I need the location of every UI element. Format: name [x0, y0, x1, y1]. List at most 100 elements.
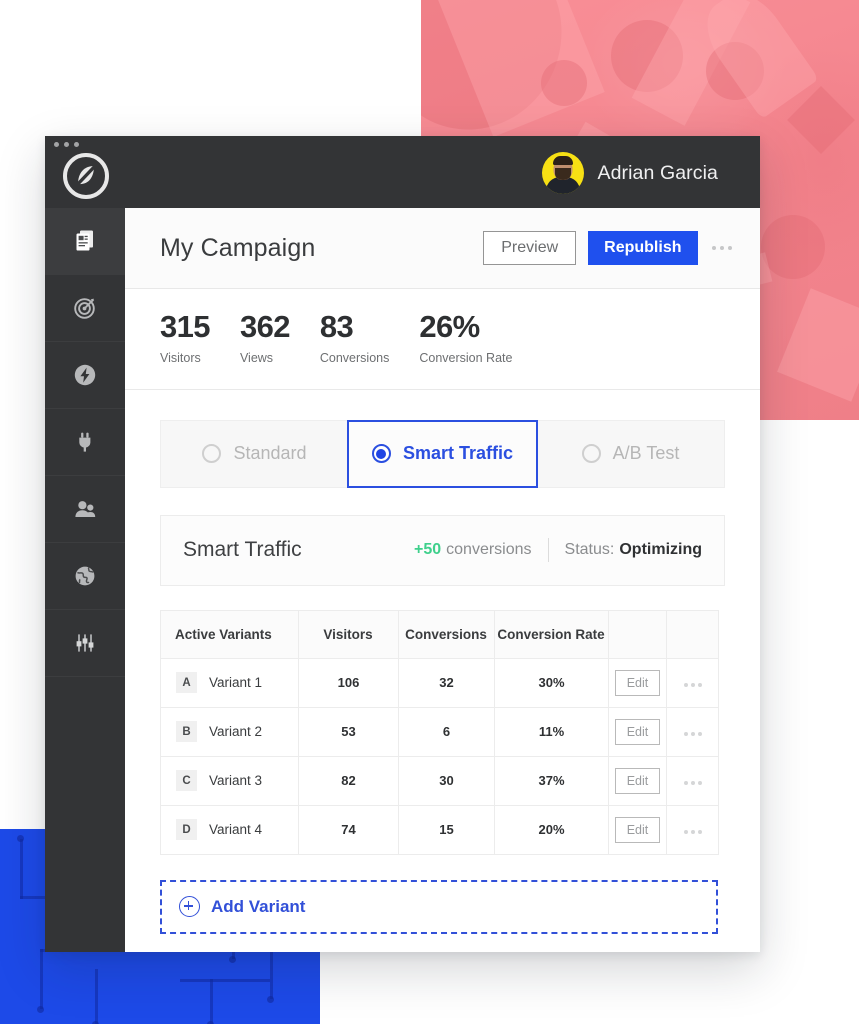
variant-rate: 30% — [494, 657, 609, 708]
add-variant-label: Add Variant — [211, 896, 306, 916]
divider — [547, 538, 549, 563]
window-dot-2 — [64, 142, 69, 147]
stat-conversions: 83 Conversions — [320, 310, 389, 364]
variant-cell: A Variant 1 — [160, 657, 299, 708]
stat-value: 362 — [239, 309, 291, 344]
avatar — [542, 152, 585, 194]
variant-name: Variant 1 — [209, 675, 263, 691]
page-title: My Campaign — [160, 233, 316, 262]
variant-cell: B Variant 2 — [160, 706, 299, 757]
window-dot-3 — [74, 142, 79, 147]
col-header-active-variants: Active Variants — [160, 609, 299, 659]
table-row[interactable]: C Variant 3 82 30 37% Edit — [160, 755, 719, 806]
variant-badge: C — [176, 770, 197, 792]
edit-button[interactable]: Edit — [614, 718, 661, 745]
preview-button[interactable]: Preview — [483, 231, 577, 265]
row-more-options-icon[interactable] — [683, 830, 702, 835]
variant-rate: 37% — [494, 755, 609, 806]
table-row[interactable]: A Variant 1 106 32 30% Edit — [160, 657, 719, 708]
variant-edit-cell: Edit — [608, 657, 667, 708]
variant-badge: A — [176, 672, 197, 694]
stat-label: Conversion Rate — [419, 350, 513, 365]
plug-icon — [72, 429, 98, 455]
add-variant-button[interactable]: Add Variant — [160, 879, 718, 934]
mode-ab-test[interactable]: A/B Test — [537, 421, 724, 487]
table-row[interactable]: B Variant 2 53 6 11% Edit — [160, 706, 719, 757]
variant-visitors: 82 — [298, 755, 399, 806]
mode-smart-traffic[interactable]: Smart Traffic — [347, 419, 538, 488]
variant-more-cell — [666, 657, 719, 708]
col-header-edit — [608, 609, 667, 659]
variant-more-cell — [666, 804, 719, 855]
row-more-options-icon[interactable] — [683, 683, 702, 688]
row-more-options-icon[interactable] — [683, 781, 702, 786]
sliders-icon — [72, 630, 98, 656]
unbounce-logo-icon[interactable] — [63, 153, 109, 199]
mode-label: Smart Traffic — [402, 443, 514, 464]
status-badge: Optimizing — [619, 541, 702, 559]
user-menu[interactable]: Adrian Garcia — [542, 152, 718, 194]
smart-traffic-title: Smart Traffic — [183, 538, 302, 562]
table-header-row: Active Variants Visitors Conversions Con… — [160, 609, 719, 659]
variant-name: Variant 3 — [209, 773, 263, 789]
edit-button[interactable]: Edit — [614, 767, 661, 794]
variant-conversions: 30 — [398, 755, 495, 806]
sidebar-item-settings[interactable] — [45, 610, 125, 677]
stat-conversion-rate: 26% Conversion Rate — [419, 309, 513, 365]
app-window: Adrian Garcia My Campaign Preview Republ… — [45, 136, 760, 952]
lightning-icon — [72, 362, 98, 388]
sidebar-item-scripts[interactable] — [45, 342, 125, 409]
stat-views: 362 Views — [239, 309, 291, 365]
variant-badge: B — [176, 721, 197, 743]
row-more-options-icon[interactable] — [683, 732, 702, 737]
stat-visitors: 315 Visitors — [160, 309, 211, 365]
variant-conversions: 15 — [398, 804, 495, 855]
radio-standard-icon — [202, 444, 222, 464]
variant-edit-cell: Edit — [608, 706, 667, 757]
table-row[interactable]: D Variant 4 74 15 20% Edit — [160, 804, 719, 855]
sidebar-item-leads[interactable] — [45, 476, 125, 543]
radio-ab-test-icon — [581, 444, 601, 464]
variant-name: Variant 2 — [209, 724, 263, 740]
republish-button[interactable]: Republish — [588, 231, 698, 265]
variant-name: Variant 4 — [209, 822, 263, 838]
window-dot-1 — [54, 142, 59, 147]
conversion-delta: +50 — [414, 541, 442, 559]
mode-standard[interactable]: Standard — [161, 421, 348, 487]
variant-badge: D — [176, 819, 197, 841]
stats-row: 315 Visitors 362 Views 83 Conversions 26… — [125, 289, 760, 390]
stat-value: 315 — [160, 309, 211, 344]
traffic-mode-selector: Standard Smart Traffic A/B Test — [160, 419, 725, 488]
variant-conversions: 6 — [398, 706, 495, 757]
edit-button[interactable]: Edit — [614, 669, 661, 696]
variant-edit-cell: Edit — [608, 804, 667, 855]
sidebar-item-domains[interactable] — [45, 543, 125, 610]
screenshot-stage: Adrian Garcia My Campaign Preview Republ… — [0, 0, 859, 1024]
col-header-more — [666, 609, 719, 659]
variant-edit-cell: Edit — [608, 755, 667, 806]
radio-smart-traffic-icon — [371, 444, 391, 464]
stat-value: 26% — [419, 309, 480, 344]
user-name: Adrian Garcia — [597, 161, 718, 184]
status-label: Status: — [564, 541, 615, 559]
mode-label: A/B Test — [612, 443, 680, 464]
variant-cell: D Variant 4 — [160, 804, 299, 855]
sidebar-item-integrations[interactable] — [45, 409, 125, 476]
col-header-conversion-rate: Conversion Rate — [494, 609, 609, 659]
variant-rate: 11% — [494, 706, 609, 757]
sidebar-rail — [45, 208, 125, 952]
stat-label: Views — [239, 350, 274, 365]
variant-rate: 20% — [494, 804, 609, 855]
variant-visitors: 106 — [298, 657, 399, 708]
sidebar-item-pages[interactable] — [45, 208, 125, 275]
page-more-options-icon[interactable] — [711, 245, 732, 251]
edit-button[interactable]: Edit — [614, 816, 661, 843]
people-icon — [72, 496, 98, 522]
variant-more-cell — [666, 755, 719, 806]
window-titlebar: Adrian Garcia — [45, 136, 760, 208]
stat-label: Visitors — [160, 350, 201, 365]
pages-icon — [72, 228, 98, 254]
sidebar-item-goals[interactable] — [45, 275, 125, 342]
smart-traffic-metrics: +50 conversions Status: Optimizing — [414, 538, 702, 563]
window-controls-dots[interactable] — [54, 142, 79, 147]
